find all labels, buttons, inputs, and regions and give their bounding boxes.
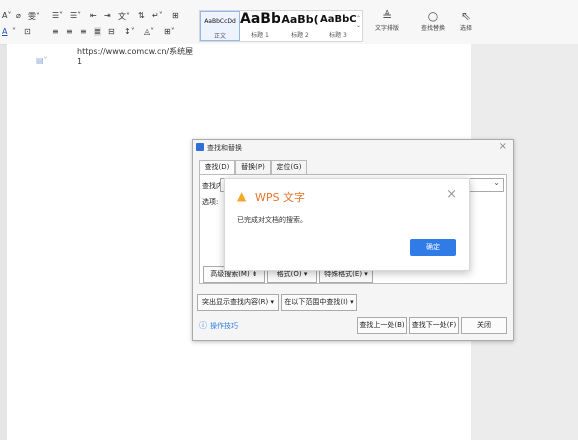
- close-icon[interactable]: ×: [446, 187, 457, 202]
- tab-goto[interactable]: 定位(G): [271, 160, 307, 174]
- align-right-icon[interactable]: ≡: [80, 27, 87, 36]
- close-button[interactable]: 关闭: [461, 317, 507, 334]
- search-icon: ○: [427, 9, 439, 23]
- phonetic-icon[interactable]: 雯˅: [28, 11, 40, 22]
- indent-icon[interactable]: ⇥: [104, 11, 111, 20]
- find-replace-button[interactable]: ○ 查找替换: [416, 9, 450, 33]
- find-previous-button[interactable]: 查找上一处(B): [357, 317, 407, 334]
- message-title: WPS 文字: [255, 191, 305, 204]
- chevron-down-icon[interactable]: ⌄: [493, 178, 500, 187]
- line-spacing-icon[interactable]: ↕˅: [124, 27, 135, 36]
- close-icon[interactable]: ×: [499, 141, 507, 152]
- style-name: 标题 3: [329, 32, 347, 39]
- highlight-button[interactable]: 突出显示查找内容(R) ▾: [197, 294, 279, 311]
- style-normal[interactable]: AaBbCcDd 正文: [200, 11, 240, 41]
- warning-icon: ▲: [237, 189, 247, 203]
- numbered-list-icon[interactable]: ☰˅: [70, 11, 81, 20]
- style-name: 标题 1: [251, 32, 269, 39]
- text-layout-icon: ≜: [381, 9, 393, 23]
- dialog-title: 查找和替换: [207, 144, 242, 152]
- gallery-scroll-icon[interactable]: ⌃ ⌄: [356, 15, 361, 29]
- style-heading-2[interactable]: AaBb( 标题 2: [280, 11, 320, 39]
- options-label: 选项:: [202, 198, 219, 206]
- document-url-line[interactable]: https://www.comcw.cn/系统屋: [77, 46, 193, 57]
- font-case-icon[interactable]: A˅: [2, 11, 11, 20]
- ok-button[interactable]: 确定: [410, 239, 456, 256]
- style-name: 正文: [213, 33, 226, 40]
- find-replace-label: 查找替换: [420, 25, 445, 32]
- style-sample: AaBbC: [320, 14, 356, 25]
- clear-format-icon[interactable]: ⌀: [16, 11, 21, 20]
- align-center-icon[interactable]: ≡: [66, 27, 73, 36]
- document-line-2[interactable]: 1: [77, 57, 82, 66]
- info-icon: ⓘ: [199, 321, 207, 330]
- tab-find[interactable]: 查找(D): [199, 160, 235, 174]
- select-label: 选择: [459, 25, 472, 32]
- find-in-button[interactable]: 在以下范围中查找(I) ▾: [281, 294, 357, 311]
- dialog-titlebar[interactable]: 查找和替换 ×: [193, 140, 513, 156]
- outdent-icon[interactable]: ⇤: [90, 11, 97, 20]
- text-layout-button[interactable]: ≜ 文字排版: [370, 9, 404, 33]
- ribbon-toolbar: A˅ ⌀ 雯˅ ☰˅ ☰˅ ⇤ ⇥ 文˅ ⇅ ↵˅ ⊞ A ˅ ⊡ ≡ ≡ ≡ …: [0, 0, 578, 45]
- style-heading-3[interactable]: AaBbC 标题 3: [320, 11, 356, 39]
- style-sample: AaBb(: [281, 13, 319, 26]
- tips-link[interactable]: 操作技巧: [210, 321, 238, 331]
- style-sample: AaBb: [240, 11, 280, 27]
- paragraph-handle-icon[interactable]: ▤˅: [36, 56, 48, 65]
- show-marks-icon[interactable]: ↵˅: [152, 11, 163, 20]
- border-icon[interactable]: ⊡: [24, 27, 31, 36]
- style-sample: AaBbCcDd: [204, 18, 236, 25]
- style-heading-1[interactable]: AaBb 标题 1: [240, 11, 280, 39]
- chinese-layout-icon[interactable]: 文˅: [118, 11, 130, 22]
- find-next-button[interactable]: 查找下一处(F): [409, 317, 459, 334]
- select-button[interactable]: ⇖ 选择: [452, 9, 480, 33]
- borders-icon[interactable]: ⊞˅: [164, 27, 175, 36]
- cursor-icon: ⇖: [460, 9, 472, 23]
- shading-icon[interactable]: ◬˅: [144, 27, 154, 36]
- message-text: 已完成对文档的搜索。: [237, 216, 307, 224]
- justify-icon[interactable]: ≣: [94, 27, 101, 36]
- table-icon[interactable]: ⊞: [172, 11, 179, 20]
- align-left-icon[interactable]: ≡: [52, 27, 59, 36]
- style-name: 标题 2: [291, 32, 309, 39]
- sort-icon[interactable]: ⇅: [138, 11, 145, 20]
- wps-logo-icon: [196, 143, 204, 151]
- tab-replace[interactable]: 替换(P): [235, 160, 271, 174]
- style-gallery: AaBbCcDd 正文 AaBb 标题 1 AaBb( 标题 2 AaBbC 标…: [199, 10, 363, 42]
- font-color-icon[interactable]: A: [2, 27, 7, 36]
- text-layout-label: 文字排版: [374, 25, 399, 32]
- distributed-icon[interactable]: ⊟: [108, 27, 115, 36]
- bullet-list-icon[interactable]: ☰˅: [52, 11, 63, 20]
- font-color-dropdown-icon[interactable]: ˅: [12, 27, 16, 36]
- message-box: ▲ WPS 文字 × 已完成对文档的搜索。 确定: [224, 178, 470, 271]
